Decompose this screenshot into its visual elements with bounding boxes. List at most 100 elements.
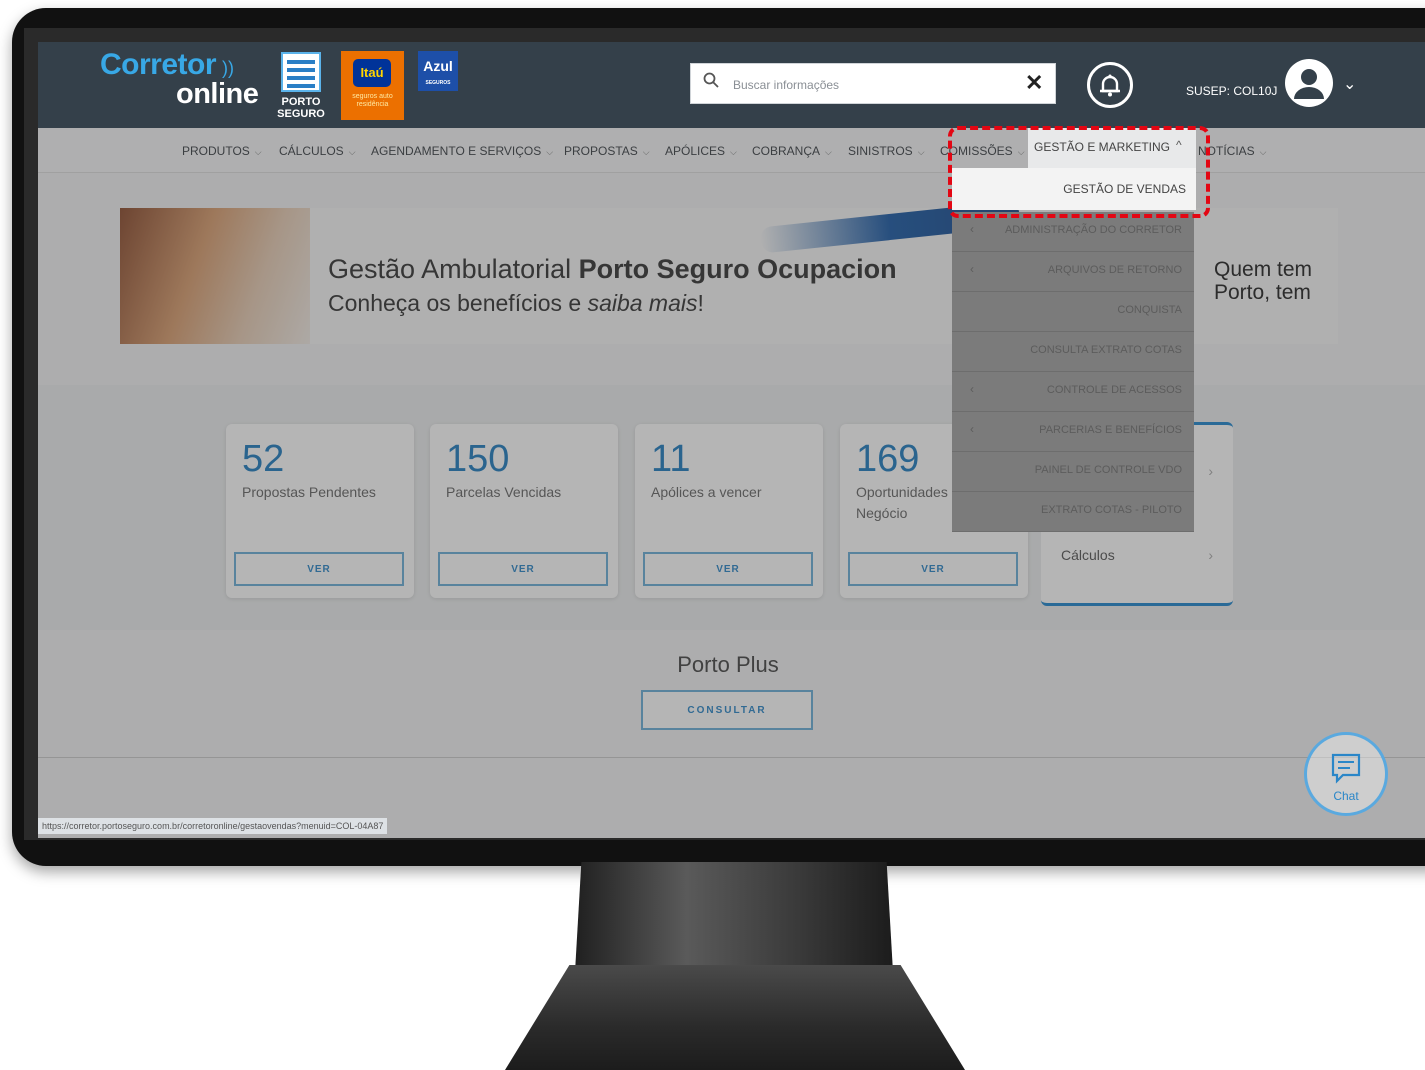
wifi-icon: )) (222, 58, 234, 78)
chat-label: Chat (1333, 789, 1359, 803)
card-label: Parcelas Vencidas (446, 484, 562, 500)
screen: Corretor )) online PORTO SEGURO Itaú seg… (38, 42, 1425, 838)
nav-label: AGENDAMENTO E SERVIÇOS (371, 144, 542, 158)
menu-item-label: CONSULTA EXTRATO COTAS (1030, 344, 1182, 356)
chevron-down-icon: ⌵ (917, 147, 925, 157)
menu-item-label: PAINEL DE CONTROLE VDO (1034, 464, 1182, 476)
nav-sinistros[interactable]: SINISTROS ⌵ (848, 144, 925, 158)
azul-seguros-logo[interactable]: Azul SEGUROS (418, 51, 458, 91)
nav-label: PRODUTOS (182, 144, 250, 158)
status-bar-url: https://corretor.portoseguro.com.br/corr… (38, 818, 388, 834)
search-box: ✕ (690, 63, 1056, 104)
itau-label: Itaú (353, 59, 391, 87)
monitor-stand-base (505, 965, 965, 1070)
nav-label: CÁLCULOS (279, 144, 344, 158)
bell-icon (1100, 74, 1120, 97)
menu-item-label: CONQUISTA (1117, 304, 1182, 316)
banner-title-bold: Porto Seguro Ocupacion (578, 254, 897, 284)
banner-slogan: Quem tem Porto, tem (1214, 258, 1312, 304)
ver-button[interactable]: VER (848, 552, 1018, 586)
porto-seguro-icon (281, 52, 321, 92)
card-label: Apólices a vencer (651, 484, 762, 500)
menu-item-consulta-extrato[interactable]: CONSULTA EXTRATO COTAS (952, 332, 1194, 372)
chevron-down-icon: ⌵ (642, 147, 650, 157)
gestao-marketing-submenu: ‹ ADMINISTRAÇÃO DO CORRETOR ‹ ARQUIVOS DE … (952, 212, 1194, 532)
azul-sub-label: SEGUROS (425, 80, 451, 86)
slogan-line-2: Porto, tem (1214, 281, 1311, 304)
nav-produtos[interactable]: PRODUTOS ⌵ (182, 144, 262, 158)
main-nav: PRODUTOS ⌵ CÁLCULOS ⌵ AGENDAMENTO E SERVIÇ… (38, 128, 1425, 173)
consultar-button[interactable]: CONSULTAR (641, 690, 813, 730)
chevron-down-icon[interactable]: ⌄ (1343, 74, 1356, 94)
search-icon (703, 72, 719, 88)
menu-item-painel-vdo[interactable]: PAINEL DE CONTROLE VDO (952, 452, 1194, 492)
nav-agendamento[interactable]: AGENDAMENTO E SERVIÇOS ⌵ (371, 144, 553, 158)
nav-label: COBRANÇA (752, 144, 821, 158)
highlight-annotation (948, 126, 1210, 218)
card-apolices: 11 Apólices a vencer VER (635, 424, 823, 598)
chevron-down-icon: ⌵ (825, 147, 832, 157)
search-input[interactable] (731, 72, 1005, 98)
menu-item-controle-acessos[interactable]: ‹ CONTROLE DE ACESSOS (952, 372, 1194, 412)
chevron-right-icon: › (1208, 547, 1213, 563)
menu-item-conquista[interactable]: CONQUISTA (952, 292, 1194, 332)
card-propostas: 52 Propostas Pendentes VER (226, 424, 414, 598)
banner-subtitle: Conheça os benefícios e saiba mais! (328, 290, 704, 317)
banner-subtitle-end: ! (697, 290, 704, 316)
chevron-down-icon: ⌵ (1259, 147, 1267, 157)
nav-apolices[interactable]: APÓLICES ⌵ (665, 144, 737, 158)
chevron-down-icon: ⌵ (730, 147, 737, 157)
card-number: 169 (856, 438, 920, 480)
card-parcelas: 150 Parcelas Vencidas VER (430, 424, 618, 598)
card-number: 52 (242, 438, 285, 480)
menu-item-label: ADMINISTRAÇÃO DO CORRETOR (1004, 224, 1182, 236)
card-number: 11 (651, 438, 691, 480)
quick-link-label: Cálculos (1061, 547, 1115, 563)
user-silhouette-icon (1294, 69, 1324, 99)
card-number: 150 (446, 438, 510, 480)
menu-item-label: EXTRATO COTAS - PILOTO (1041, 504, 1182, 516)
menu-item-parcerias[interactable]: ‹ PARCERIAS E BENEFÍCIOS (952, 412, 1194, 452)
card-label: Propostas Pendentes (242, 484, 376, 500)
menu-item-label: ARQUIVOS DE RETORNO (1047, 264, 1182, 276)
nav-cobranca[interactable]: COBRANÇA ⌵ (752, 144, 832, 158)
porto-seguro-label: PORTO SEGURO (277, 96, 325, 120)
clear-search-icon[interactable]: ✕ (1025, 70, 1043, 96)
banner-subtitle-italic: saiba mais (587, 290, 698, 316)
menu-item-administracao[interactable]: ‹ ADMINISTRAÇÃO DO CORRETOR (952, 212, 1194, 252)
logo-text-online: online (176, 78, 259, 110)
azul-label: Azul (423, 58, 453, 74)
chevron-right-icon: › (1208, 463, 1213, 479)
porto-seguro-logo[interactable]: PORTO SEGURO (275, 52, 330, 124)
nav-label: PROPOSTAS (564, 144, 638, 158)
nav-label: APÓLICES (665, 144, 726, 158)
ver-button[interactable]: VER (234, 552, 404, 586)
monitor-stand-neck (575, 862, 893, 972)
slogan-line-1: Quem tem (1214, 258, 1313, 281)
banner-title-regular: Gestão Ambulatorial (328, 254, 579, 284)
susep-code: SUSEP: COL10J (1186, 84, 1278, 98)
menu-item-arquivos[interactable]: ‹ ARQUIVOS DE RETORNO (952, 252, 1194, 292)
menu-item-extrato-piloto[interactable]: EXTRATO COTAS - PILOTO (952, 492, 1194, 532)
divider (38, 757, 1425, 758)
chat-button[interactable]: Chat (1304, 732, 1388, 816)
menu-item-label: PARCERIAS E BENEFÍCIOS (1039, 424, 1182, 436)
notifications-bell-icon[interactable] (1087, 62, 1133, 108)
banner-photo (120, 208, 310, 344)
banner-subtitle-regular: Conheça os benefícios e (328, 290, 588, 316)
ver-button[interactable]: VER (643, 552, 813, 586)
chevron-down-icon: ⌵ (254, 147, 262, 157)
logo-text-corretor: Corretor (100, 48, 217, 81)
ver-button[interactable]: VER (438, 552, 608, 586)
top-bar: Corretor )) online PORTO SEGURO Itaú seg… (38, 42, 1425, 128)
chevron-down-icon: ⌵ (348, 147, 356, 157)
menu-item-label: CONTROLE DE ACESSOS (1046, 384, 1182, 396)
nav-calculos[interactable]: CÁLCULOS ⌵ (279, 144, 356, 158)
user-avatar-icon[interactable] (1285, 59, 1333, 107)
itau-seguros-logo[interactable]: Itaú seguros auto residência (341, 51, 404, 120)
porto-plus-title: Porto Plus (677, 652, 779, 677)
quick-link-calculos[interactable]: Cálculos › (1061, 547, 1221, 563)
corretor-online-logo[interactable]: Corretor )) online (100, 48, 270, 110)
nav-label: SINISTROS (848, 144, 913, 158)
nav-propostas[interactable]: PROPOSTAS ⌵ (564, 144, 650, 158)
